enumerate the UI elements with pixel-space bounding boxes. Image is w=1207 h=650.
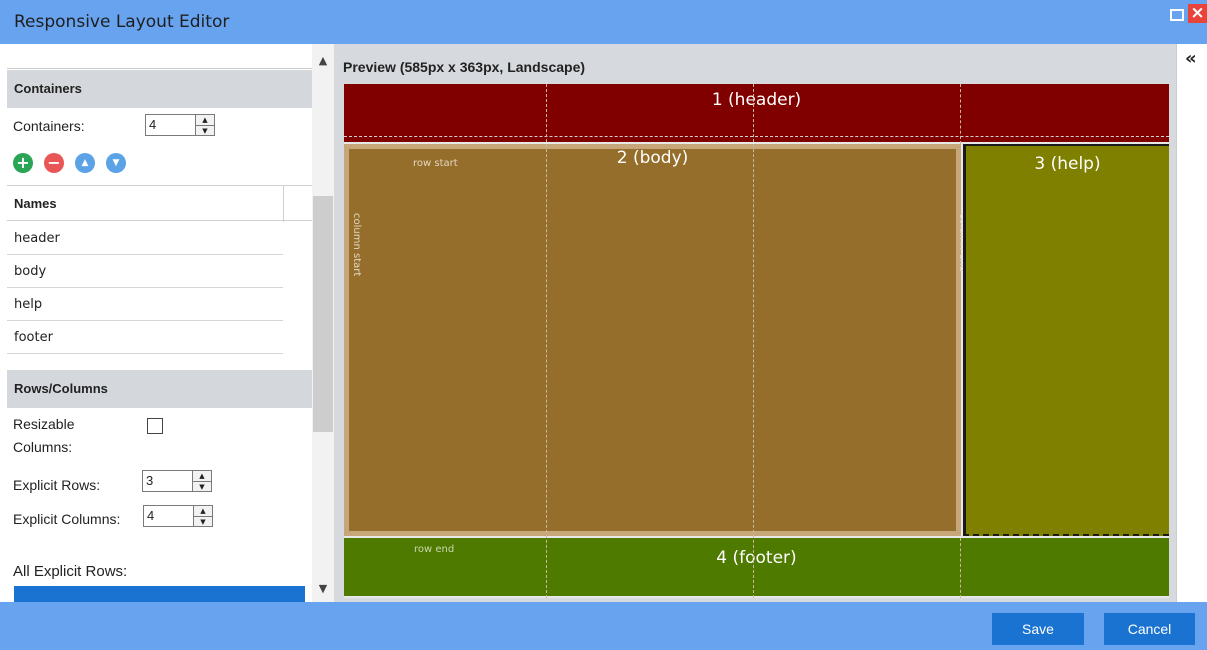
spin-down-icon[interactable]: ▼ bbox=[194, 516, 212, 526]
column-divider bbox=[283, 186, 284, 222]
window-title: Responsive Layout Editor bbox=[14, 12, 230, 32]
list-item[interactable]: header bbox=[7, 222, 283, 255]
collapse-strip[interactable]: « bbox=[1176, 44, 1207, 602]
list-item-label: body bbox=[14, 264, 47, 279]
spin-up-icon[interactable]: ▲ bbox=[194, 506, 212, 516]
containers-section-header[interactable]: Containers bbox=[7, 70, 312, 108]
column-guide bbox=[546, 84, 547, 598]
left-scrollbar[interactable]: ▲ ▼ bbox=[312, 44, 334, 602]
header-cell-label: 1 (header) bbox=[711, 90, 802, 110]
containers-stepper[interactable]: 4 ▲ ▼ bbox=[145, 114, 217, 136]
title-bar: Responsive Layout Editor × bbox=[0, 0, 1207, 44]
preview-canvas: 1 (header) 2 (body) row start column sta… bbox=[344, 84, 1169, 598]
header-cell[interactable]: 1 (header) bbox=[344, 84, 1169, 142]
list-item[interactable]: help bbox=[7, 288, 283, 321]
containers-spin-buttons[interactable]: ▲ ▼ bbox=[195, 114, 215, 136]
explicit-rows-input[interactable]: 3 bbox=[142, 470, 192, 492]
resizable-columns-checkbox[interactable] bbox=[147, 418, 163, 434]
explicit-rows-label: Explicit Rows: bbox=[13, 477, 101, 493]
maximize-icon[interactable] bbox=[1170, 9, 1184, 21]
row-divider bbox=[344, 136, 1169, 137]
rows-columns-section-header[interactable]: Rows/Columns bbox=[7, 370, 312, 408]
list-item[interactable]: body bbox=[7, 255, 283, 288]
close-icon[interactable]: × bbox=[1188, 4, 1207, 23]
containers-input[interactable]: 4 bbox=[145, 114, 195, 136]
list-item-label: help bbox=[14, 297, 43, 312]
move-down-icon[interactable]: ▼ bbox=[106, 153, 126, 173]
list-item-label: footer bbox=[14, 330, 53, 345]
containers-label: Containers: bbox=[13, 118, 85, 134]
explicit-columns-spin-buttons[interactable]: ▲ ▼ bbox=[193, 505, 213, 527]
spin-up-icon[interactable]: ▲ bbox=[196, 115, 214, 125]
column-start-label: column start bbox=[351, 213, 362, 277]
collapse-left-icon[interactable]: « bbox=[1185, 48, 1197, 69]
remove-icon[interactable]: − bbox=[44, 153, 64, 173]
spin-up-icon[interactable]: ▲ bbox=[193, 471, 211, 481]
scroll-thumb[interactable] bbox=[313, 196, 333, 432]
save-button[interactable]: Save bbox=[992, 613, 1084, 645]
scroll-down-icon[interactable]: ▼ bbox=[312, 580, 334, 598]
help-cell[interactable]: 3 (help) bbox=[963, 144, 1169, 536]
resizable-columns-label-line2: Columns: bbox=[13, 439, 73, 455]
preview-title: Preview (585px x 363px, Landscape) bbox=[343, 59, 586, 75]
row-start-label: row start bbox=[413, 158, 458, 169]
left-panel: Containers Containers: 4 ▲ ▼ + − ▲ ▼ Nam… bbox=[7, 44, 312, 602]
preview-pane: Preview (585px x 363px, Landscape) 1 (he… bbox=[334, 44, 1176, 602]
column-guide bbox=[960, 538, 961, 598]
explicit-columns-stepper[interactable]: 4 ▲ ▼ bbox=[143, 505, 215, 527]
list-item-label: header bbox=[14, 231, 60, 246]
explicit-rows-stepper[interactable]: 3 ▲ ▼ bbox=[142, 470, 214, 492]
move-up-icon[interactable]: ▲ bbox=[75, 153, 95, 173]
column-guide bbox=[960, 84, 961, 144]
dialog-footer: Save Cancel bbox=[0, 602, 1207, 650]
column-guide bbox=[753, 84, 754, 598]
clipped-row bbox=[7, 44, 312, 69]
all-explicit-rows-label: All Explicit Rows: bbox=[13, 563, 128, 580]
names-column-header[interactable]: Names bbox=[7, 185, 312, 222]
footer-cell[interactable]: 4 (footer) row end bbox=[344, 538, 1169, 596]
footer-cell-label: 4 (footer) bbox=[716, 548, 797, 568]
names-header-label: Names bbox=[14, 196, 57, 211]
list-item[interactable]: footer bbox=[7, 321, 283, 354]
explicit-rows-spin-buttons[interactable]: ▲ ▼ bbox=[192, 470, 212, 492]
spin-down-icon[interactable]: ▼ bbox=[193, 481, 211, 491]
scroll-up-icon[interactable]: ▲ bbox=[312, 52, 334, 70]
spin-down-icon[interactable]: ▼ bbox=[196, 125, 214, 135]
resizable-columns-label-line1: Resizable bbox=[13, 416, 75, 432]
container-toolbar: + − ▲ ▼ bbox=[7, 144, 312, 184]
preview-header: Preview (585px x 363px, Landscape) bbox=[334, 44, 1176, 84]
help-cell-label: 3 (help) bbox=[1034, 154, 1101, 174]
row-end-label: row end bbox=[414, 544, 455, 555]
explicit-columns-input[interactable]: 4 bbox=[143, 505, 193, 527]
cancel-button[interactable]: Cancel bbox=[1104, 613, 1195, 645]
body-cell[interactable]: 2 (body) row start column start column e… bbox=[344, 144, 968, 536]
explicit-columns-label: Explicit Columns: bbox=[13, 511, 121, 527]
all-explicit-rows-button[interactable] bbox=[14, 586, 305, 602]
add-icon[interactable]: + bbox=[13, 153, 33, 173]
